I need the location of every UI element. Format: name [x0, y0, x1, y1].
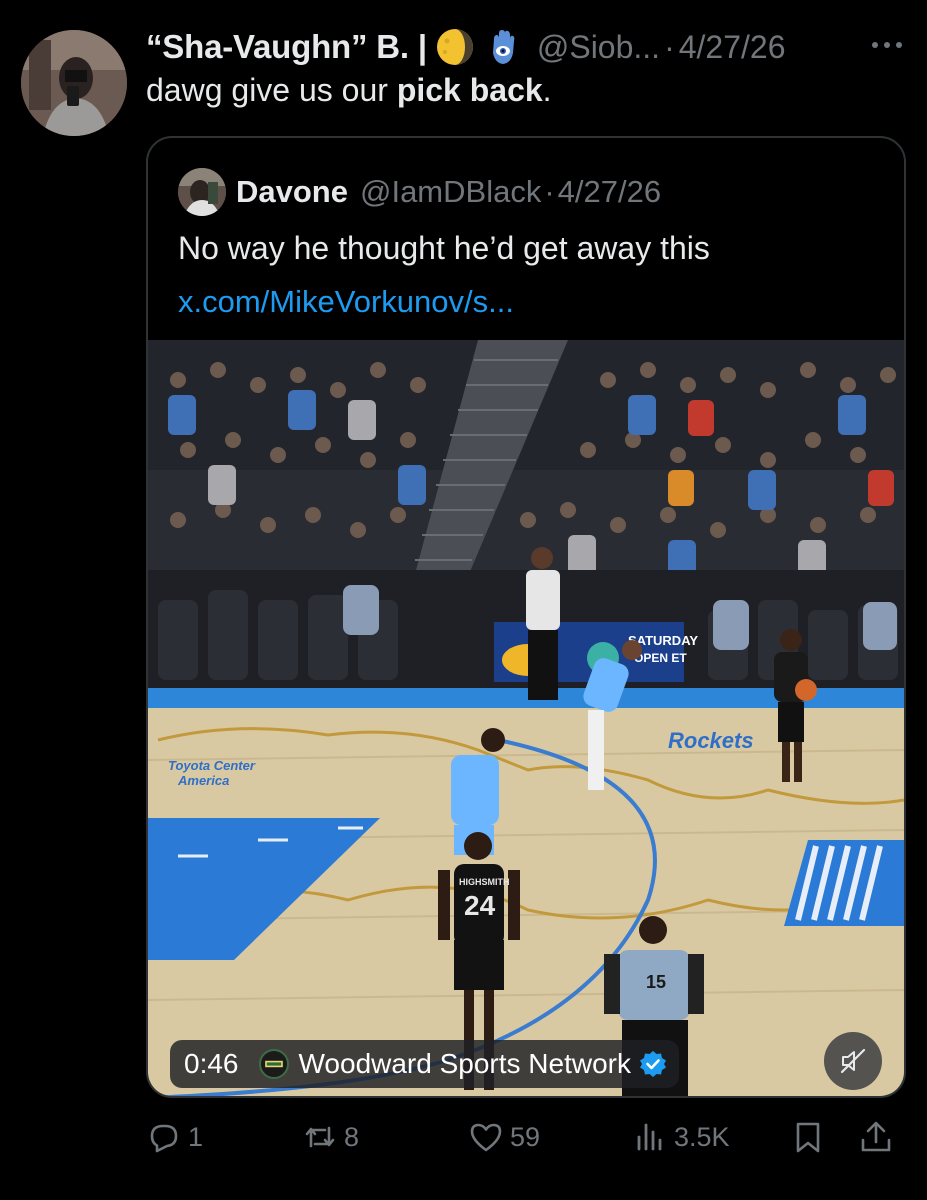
quoted-tweet-date[interactable]: 4/27/26 [558, 174, 661, 210]
header-separator: · [664, 28, 675, 65]
quoted-header-separator: · [544, 174, 555, 209]
svg-text:America: America [177, 773, 229, 788]
repost-button[interactable]: 8 [302, 1112, 359, 1162]
muted-speaker-icon [840, 1048, 866, 1074]
video-info-pill: 0:46 Woodward Sports Network [170, 1040, 679, 1088]
moon-emoji-icon [435, 27, 475, 67]
quoted-tweet-header: Davone @IamDBlack · 4/27/26 [236, 170, 661, 214]
quoted-tweet-link[interactable]: x.com/MikeVorkunov/s... [178, 284, 514, 320]
quoted-tweet[interactable]: Davone @IamDBlack · 4/27/26 No way he th… [146, 136, 906, 1098]
verified-badge-icon [640, 1051, 666, 1077]
quoted-author-handle[interactable]: @IamDBlack [360, 174, 541, 210]
views-button[interactable]: 3.5K [632, 1112, 730, 1162]
quoted-author-display-name[interactable]: Davone [236, 174, 348, 210]
video-source-name[interactable]: Woodward Sports Network [299, 1048, 632, 1080]
tweet-date[interactable]: 4/27/26 [679, 29, 786, 66]
view-count: 3.5K [674, 1121, 730, 1152]
share-button[interactable] [858, 1112, 894, 1162]
author-display-name[interactable]: “Sha-Vaughn” B. | [146, 28, 427, 66]
quoted-author-avatar[interactable] [178, 168, 226, 216]
video-player[interactable]: SATURDAY OPEN ET Toyota Center America R… [148, 340, 904, 1096]
author-handle[interactable]: @Siob... [537, 29, 660, 66]
tweet-text-end: . [542, 72, 552, 108]
referee-number: 15 [646, 972, 666, 992]
repost-count: 8 [344, 1121, 360, 1152]
like-count: 59 [510, 1121, 541, 1152]
tweet-text-bold: pick back [396, 72, 543, 108]
share-icon [861, 1121, 891, 1152]
tweet[interactable]: “Sha-Vaughn” B. | @Siob... · 4/27/26 daw… [0, 0, 927, 1200]
source-logo-icon [258, 1049, 289, 1079]
tweet-header: “Sha-Vaughn” B. | @Siob... · 4/27/26 [146, 24, 907, 70]
views-chart-icon [637, 1123, 662, 1151]
hamsa-emoji-icon [483, 27, 523, 67]
repost-icon [305, 1126, 335, 1148]
author-avatar[interactable] [21, 30, 127, 136]
bookmark-button[interactable] [790, 1112, 826, 1162]
video-frame: SATURDAY OPEN ET Toyota Center America R… [148, 340, 904, 1096]
jersey-front-name: HIGHSMITH [459, 877, 510, 887]
svg-text:Toyota Center: Toyota Center [168, 758, 256, 773]
mute-button[interactable] [824, 1032, 882, 1090]
video-timestamp: 0:46 [184, 1048, 239, 1079]
more-options-icon[interactable] [867, 30, 907, 60]
reply-icon [150, 1124, 178, 1153]
heart-icon [470, 1123, 502, 1152]
like-button[interactable]: 59 [468, 1112, 540, 1162]
bookmark-icon [796, 1122, 820, 1153]
svg-text:OPEN ET: OPEN ET [634, 651, 687, 665]
jersey-front-number: 24 [464, 890, 496, 921]
tweet-text-plain: dawg give us our [146, 72, 397, 108]
reply-button[interactable]: 1 [146, 1112, 203, 1162]
quoted-tweet-text: No way he thought he’d get away this [178, 230, 710, 266]
action-bar: 1 8 59 3.5K [146, 1112, 906, 1162]
svg-text:Rockets: Rockets [668, 728, 754, 753]
tweet-text: dawg give us our pick back. [146, 72, 552, 109]
reply-count: 1 [188, 1121, 204, 1152]
